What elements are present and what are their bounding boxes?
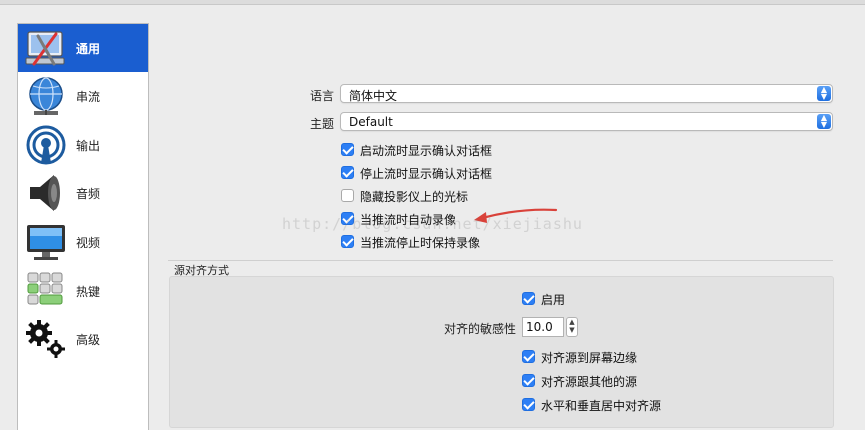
general-settings-icon	[25, 31, 65, 66]
settings-sidebar: 通用 串流 输出 音频 视频 热键 高级	[17, 23, 149, 430]
language-select[interactable]: 简体中文 ▲ ▼	[340, 84, 833, 103]
advanced-gears-icon	[26, 320, 65, 358]
sidebar-item-audio[interactable]: 音频	[18, 169, 148, 217]
snap-center-checkbox[interactable]: 水平和垂直居中对齐源	[522, 396, 742, 414]
sidebar-item-label: 输出	[76, 139, 101, 153]
audio-speaker-icon	[30, 175, 60, 211]
sidebar-item-video[interactable]: 视频	[18, 218, 148, 266]
checkbox-label: 当推流时自动录像	[360, 213, 457, 227]
stream-globe-icon	[29, 77, 63, 115]
language-label: 语言	[309, 89, 334, 103]
checkbox-checked-icon	[522, 350, 535, 363]
checkbox-label: 隐藏投影仪上的光标	[360, 190, 469, 204]
window-top-strip	[0, 0, 865, 5]
checkbox-checked-icon	[522, 292, 535, 305]
theme-select[interactable]: Default ▲ ▼	[340, 112, 833, 131]
checkbox-label: 当推流停止时保持录像	[360, 236, 481, 250]
chevron-updown-icon: ▲ ▼	[817, 86, 831, 101]
group-divider	[168, 260, 833, 261]
output-broadcast-icon	[26, 125, 66, 165]
checkbox-checked-icon	[341, 212, 354, 225]
sidebar-item-label: 串流	[76, 90, 101, 104]
sidebar-item-label: 通用	[76, 42, 101, 56]
checkbox-label: 对齐源到屏幕边缘	[541, 351, 638, 365]
checkbox-label: 水平和垂直居中对齐源	[541, 399, 662, 413]
checkbox-checked-icon	[341, 235, 354, 248]
snap-to-screen-edges-checkbox[interactable]: 对齐源到屏幕边缘	[522, 348, 722, 366]
checkbox-checked-icon	[522, 398, 535, 411]
snap-sensitivity-value: 10.0	[526, 320, 553, 334]
confirm-start-stream-checkbox[interactable]: 启动流时显示确认对话框	[341, 141, 541, 159]
checkbox-checked-icon	[341, 143, 354, 156]
chevron-updown-icon: ▲ ▼	[817, 114, 831, 129]
checkbox-label: 启动流时显示确认对话框	[360, 144, 493, 158]
sidebar-item-label: 热键	[76, 285, 101, 299]
sidebar-item-general[interactable]: 通用	[18, 24, 148, 72]
checkbox-label: 对齐源跟其他的源	[541, 375, 638, 389]
snap-sensitivity-label: 对齐的敏感性	[443, 322, 516, 336]
sidebar-item-hotkeys[interactable]: 热键	[18, 267, 148, 315]
snapping-enable-checkbox[interactable]: 启用	[522, 290, 602, 308]
hotkeys-keyboard-icon	[27, 272, 63, 305]
annotation-arrow-icon	[474, 208, 558, 223]
sidebar-item-stream[interactable]: 串流	[18, 72, 148, 120]
checkbox-unchecked-icon	[341, 189, 354, 202]
snap-sensitivity-stepper[interactable]: ▲ ▼	[566, 317, 578, 337]
checkbox-label: 停止流时显示确认对话框	[360, 167, 493, 181]
video-monitor-icon	[27, 225, 65, 260]
checkbox-checked-icon	[341, 166, 354, 179]
confirm-stop-stream-checkbox[interactable]: 停止流时显示确认对话框	[341, 164, 541, 182]
checkbox-checked-icon	[522, 374, 535, 387]
sidebar-item-label: 视频	[76, 236, 101, 250]
keep-recording-on-stop-checkbox[interactable]: 当推流停止时保持录像	[341, 233, 541, 251]
checkbox-label: 启用	[541, 293, 566, 307]
snap-sensitivity-input[interactable]: 10.0	[522, 317, 564, 337]
sidebar-item-label: 高级	[76, 333, 101, 347]
sidebar-item-output[interactable]: 输出	[18, 121, 148, 169]
language-select-value: 简体中文	[349, 89, 398, 103]
sidebar-item-advanced[interactable]: 高级	[18, 315, 148, 363]
snap-to-other-sources-checkbox[interactable]: 对齐源跟其他的源	[522, 372, 722, 390]
theme-select-value: Default	[349, 115, 393, 129]
sidebar-item-label: 音频	[76, 187, 101, 201]
theme-label: 主题	[309, 117, 334, 131]
